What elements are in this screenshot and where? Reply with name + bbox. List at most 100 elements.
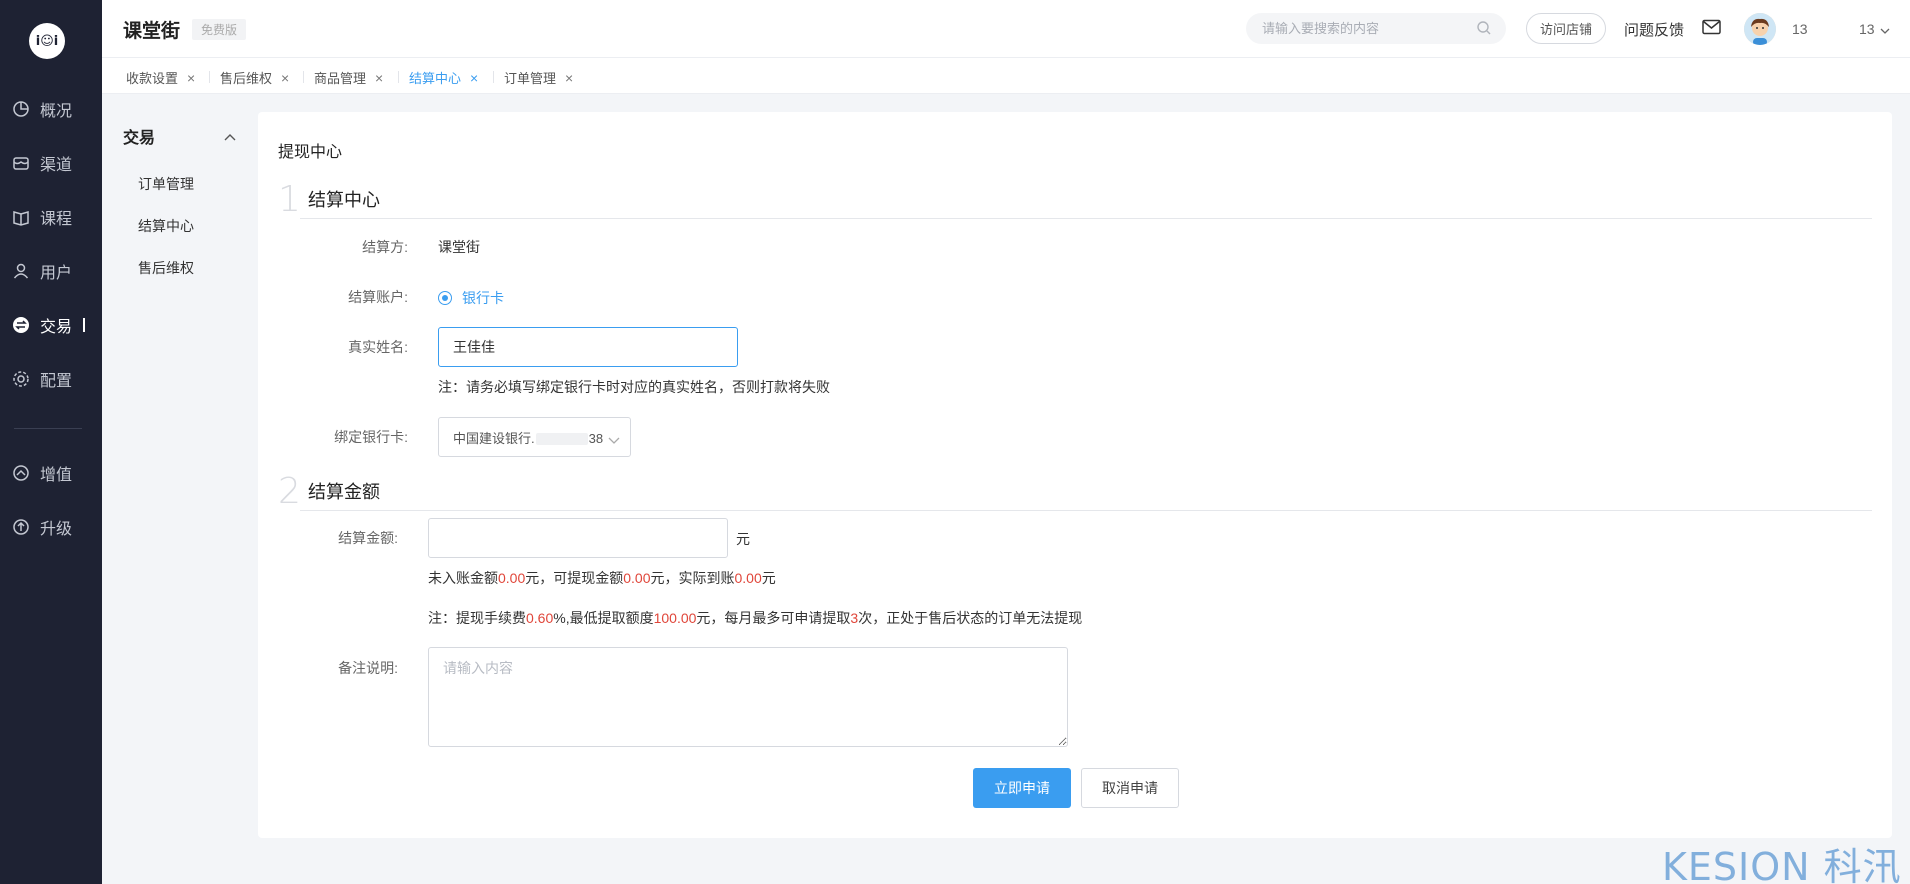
close-icon[interactable]: × [281,71,289,85]
close-icon[interactable]: × [470,71,478,85]
section-heading: 结算中心 [308,190,380,210]
fee-note: 注：提现手续费0.60%,最低提取额度100.00元，每月最多可申请提取3次，正… [428,608,1082,628]
subnav-item-settlement[interactable]: 结算中心 [138,216,194,236]
sidebar-item-course[interactable]: 课程 [0,202,102,232]
logo-text: i☺i [35,33,59,49]
summary-text: 元，实际到账 [650,570,735,586]
sidebar-item-label: 配置 [40,373,73,390]
section-heading: 结算金额 [308,482,380,502]
main-card: 提现中心 1 结算中心 结算方: 课堂街 结算账户: 银行卡 真实姓名: 注：请… [258,112,1892,838]
user-menu[interactable]: 13 [1859,21,1890,37]
store-icon [11,153,31,173]
mail-icon[interactable] [1702,19,1721,38]
chevron-up-icon[interactable] [224,128,236,144]
main-sidebar: i☺i 概况 渠道 课程 用户 交易 配置 增值 升级 [0,0,102,884]
min-amount: 100.00 [653,610,697,626]
tab-payment-settings[interactable]: 收款设置 × [126,68,195,87]
fee-text: 次，正处于售后状态的订单无法提现 [858,610,1083,626]
brand-title: 课堂街 [123,21,181,42]
sidebar-item-upgrade[interactable]: 升级 [0,512,102,542]
feedback-link[interactable]: 问题反馈 [1624,19,1684,40]
submit-button[interactable]: 立即申请 [973,768,1071,808]
tab-label: 订单管理 [504,71,557,86]
user-name: 13 [1792,21,1808,37]
chevron-down-icon [1880,21,1890,37]
sidebar-item-trade[interactable]: 交易 [0,310,102,340]
section-divider [300,510,1872,511]
search-icon[interactable] [1476,20,1492,39]
top-header: 课堂街 免费版 访问店铺 问题反馈 13 13 [102,0,1910,58]
masked-digits [535,433,588,446]
chart-pie-icon [11,99,31,119]
tab-label: 收款设置 [126,71,179,86]
summary-text: 未入账金额 [428,570,498,586]
visit-store-button[interactable]: 访问店铺 [1526,13,1606,44]
edition-badge: 免费版 [192,19,247,40]
sidebar-item-overview[interactable]: 概况 [0,94,102,124]
tab-separator [493,71,494,83]
unsettled-amount: 0.00 [498,570,526,586]
search-box [1246,13,1506,44]
bank-name: 中国建设银行. [453,430,535,446]
amount-summary: 未入账金额0.00元，可提现金额0.00元，实际到账0.00元 [428,568,776,588]
tab-label: 结算中心 [409,71,462,86]
tab-separator [209,71,210,83]
settler-label: 结算方: [362,239,408,255]
sidebar-item-label: 概况 [40,103,73,120]
fee-text: 元，每月最多可申请提取 [696,610,851,626]
bank-card-label: 绑定银行卡: [334,429,408,445]
fee-rate: 0.60 [526,610,554,626]
tab-settlement-center[interactable]: 结算中心 × [409,68,478,87]
sidebar-item-addon[interactable]: 增值 [0,458,102,488]
sidebar-item-channel[interactable]: 渠道 [0,148,102,178]
remark-label: 备注说明: [338,660,398,676]
app-logo[interactable]: i☺i [29,23,65,59]
summary-text: 元，可提现金额 [525,570,624,586]
tab-label: 售后维权 [220,71,273,86]
close-icon[interactable]: × [565,71,573,85]
section-settlement-center: 1 结算中心 [278,180,1872,220]
amount-input[interactable] [428,518,728,558]
tab-separator [398,71,399,83]
tab-label: 商品管理 [314,71,367,86]
withdrawable-amount: 0.00 [623,570,651,586]
sidebar-item-config[interactable]: 配置 [0,364,102,394]
sidebar-item-label: 用户 [40,265,73,282]
section-settlement-amount: 2 结算金额 [278,472,1872,512]
summary-text: 元 [761,570,776,586]
subnav-item-orders[interactable]: 订单管理 [138,174,194,194]
close-icon[interactable]: × [187,71,195,85]
subnav-title: 交易 [123,130,156,147]
amount-unit: 元 [736,531,750,547]
fee-text: %,最低提取额度 [553,610,654,626]
cancel-button[interactable]: 取消申请 [1081,768,1179,808]
gear-icon [11,369,31,389]
tab-product-manage[interactable]: 商品管理 × [314,68,383,87]
real-name-input[interactable] [438,327,738,367]
bank-card-select[interactable]: 中国建设银行. 38 [438,417,631,457]
sidebar-item-user[interactable]: 用户 [0,256,102,286]
sidebar-item-label: 升级 [40,521,73,538]
active-indicator [83,318,85,332]
avatar[interactable] [1744,13,1776,45]
sidebar-item-label: 交易 [40,319,73,336]
tab-separator [303,71,304,83]
amount-label: 结算金额: [338,530,398,546]
exchange-icon [11,315,31,335]
fee-text: 注：提现手续费 [428,610,526,626]
subnav-item-after-sales[interactable]: 售后维权 [138,258,194,278]
page-tabs: 收款设置 × 售后维权 × 商品管理 × 结算中心 × 订单管理 × [102,58,1910,94]
close-icon[interactable]: × [375,71,383,85]
search-input[interactable] [1262,13,1472,44]
user-icon [11,261,31,281]
sidebar-divider [14,428,82,429]
actual-amount: 0.00 [734,570,762,586]
account-radio-bank-card[interactable]: 银行卡 [438,288,504,308]
radio-dot [438,291,452,305]
settler-value: 课堂街 [438,239,480,255]
remark-textarea[interactable] [428,647,1068,747]
account-label: 结算账户: [348,289,408,305]
tab-order-manage[interactable]: 订单管理 × [504,68,573,87]
tab-after-sales[interactable]: 售后维权 × [220,68,289,87]
real-name-label: 真实姓名: [348,339,408,355]
